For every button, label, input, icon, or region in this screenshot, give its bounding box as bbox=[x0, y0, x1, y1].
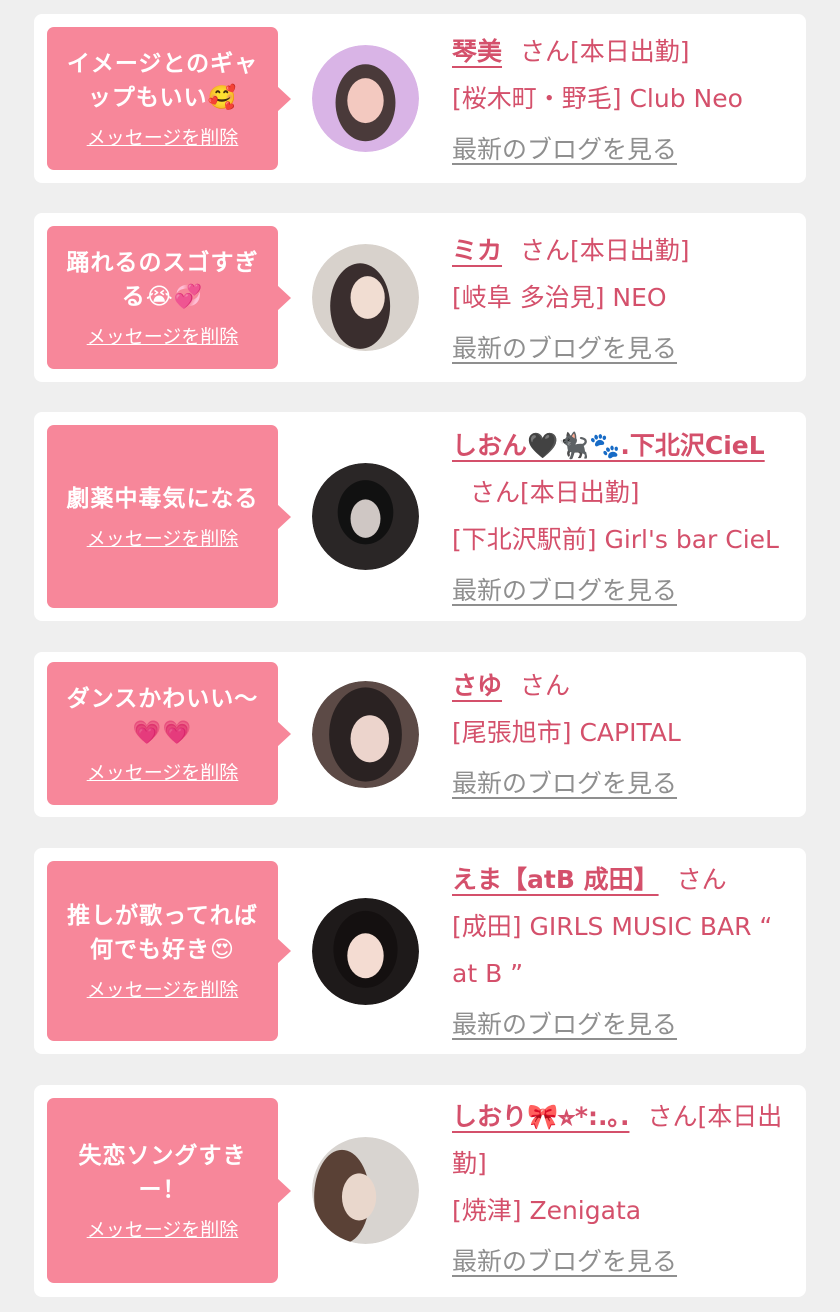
latest-blog-link[interactable]: 最新のブログを見る bbox=[452, 126, 677, 173]
avatar-photo bbox=[312, 1137, 419, 1244]
honorific: さん bbox=[520, 37, 571, 66]
message-bubble: ダンスかわいい〜💗💗 メッセージを削除 bbox=[47, 662, 291, 805]
cast-name-link[interactable]: しおん🖤🐈‍⬛🐾.下北沢CieL bbox=[452, 431, 765, 460]
cast-info: ミカ さん[本日出勤] [岐阜 多治見] NEO 最新のブログを見る bbox=[452, 227, 796, 372]
cast-info: 琴美 さん[本日出勤] [桜木町・野毛] Club Neo 最新のブログを見る bbox=[452, 28, 796, 173]
cast-info: しおん🖤🐈‍⬛🐾.下北沢CieL さん[本日出勤] [下北沢駅前] Girl's … bbox=[452, 422, 796, 614]
honorific: さん bbox=[676, 865, 727, 894]
status-label: [本日出勤] bbox=[570, 37, 690, 66]
message-bubble: 推しが歌ってれば何でも好き😍 メッセージを削除 bbox=[47, 861, 291, 1041]
avatar-photo bbox=[312, 681, 419, 788]
latest-blog-link[interactable]: 最新のブログを見る bbox=[452, 1238, 677, 1285]
shop-label: [成田] GIRLS MUSIC BAR “ at B ” bbox=[452, 912, 773, 988]
avatar-photo bbox=[312, 898, 419, 1005]
avatar[interactable] bbox=[312, 681, 419, 788]
avatar-face bbox=[341, 1173, 377, 1221]
delete-message-link[interactable]: メッセージを削除 bbox=[87, 977, 239, 1003]
latest-blog-link[interactable]: 最新のブログを見る bbox=[452, 760, 677, 807]
message-bubble: 失恋ソングすきー！ メッセージを削除 bbox=[47, 1098, 291, 1283]
avatar-face bbox=[350, 715, 390, 763]
message-text: 推しが歌ってれば何でも好き😍 bbox=[67, 903, 258, 963]
cast-name-link[interactable]: えま【atB 成田】 bbox=[452, 865, 659, 894]
latest-blog-link[interactable]: 最新のブログを見る bbox=[452, 567, 677, 614]
latest-blog-link[interactable]: 最新のブログを見る bbox=[452, 1001, 677, 1048]
avatar-face bbox=[350, 499, 381, 538]
avatar[interactable] bbox=[312, 463, 419, 570]
cast-info: しおり🎀⭐︎*:.｡. さん[本日出勤] [焼津] Zenigata 最新のブログ… bbox=[452, 1093, 796, 1285]
honorific: さん bbox=[647, 1102, 698, 1131]
latest-blog-link[interactable]: 最新のブログを見る bbox=[452, 325, 677, 372]
status-label: [本日出勤] bbox=[520, 478, 640, 507]
message-text: 踊れるのスゴすぎる😭💞 bbox=[66, 249, 259, 310]
shop-label: [焼津] Zenigata bbox=[452, 1196, 642, 1225]
cast-name-link[interactable]: しおり🎀⭐︎*:.｡. bbox=[452, 1102, 629, 1131]
shop-label: [下北沢駅前] Girl's bar CieL bbox=[452, 525, 779, 554]
honorific: さん bbox=[470, 478, 521, 507]
honorific: さん bbox=[520, 671, 571, 700]
cast-name-link[interactable]: さゆ bbox=[452, 671, 502, 700]
message-text: 失恋ソングすきー！ bbox=[78, 1142, 247, 1203]
honorific: さん bbox=[520, 236, 571, 265]
shop-label: [岐阜 多治見] NEO bbox=[452, 283, 667, 312]
message-card: 推しが歌ってれば何でも好き😍 メッセージを削除 えま【atB 成田】 さん [成田… bbox=[34, 848, 806, 1054]
message-text: 劇薬中毒気になる bbox=[66, 485, 259, 512]
cast-name-link[interactable]: 琴美 bbox=[452, 37, 502, 66]
message-card: 踊れるのスゴすぎる😭💞 メッセージを削除 ミカ さん[本日出勤] [岐阜 多治見]… bbox=[34, 213, 806, 382]
message-list: イメージとのギャップもいい🥰 メッセージを削除 琴美 さん[本日出勤] [桜木町・… bbox=[0, 0, 840, 1312]
avatar[interactable] bbox=[312, 244, 419, 351]
cast-info: さゆ さん [尾張旭市] CAPITAL 最新のブログを見る bbox=[452, 662, 796, 807]
avatar[interactable] bbox=[312, 1137, 419, 1244]
delete-message-link[interactable]: メッセージを削除 bbox=[87, 760, 239, 786]
delete-message-link[interactable]: メッセージを削除 bbox=[87, 324, 239, 350]
shop-label: [桜木町・野毛] Club Neo bbox=[452, 84, 743, 113]
status-label: [本日出勤] bbox=[570, 236, 690, 265]
message-text: イメージとのギャップもいい🥰 bbox=[66, 50, 259, 111]
shop-label: [尾張旭市] CAPITAL bbox=[452, 718, 681, 747]
message-card: 失恋ソングすきー！ メッセージを削除 しおり🎀⭐︎*:.｡. さん[本日出勤] [… bbox=[34, 1085, 806, 1297]
message-bubble: 踊れるのスゴすぎる😭💞 メッセージを削除 bbox=[47, 226, 291, 369]
avatar-photo bbox=[312, 463, 419, 570]
avatar-face bbox=[347, 933, 384, 979]
cast-name-link[interactable]: ミカ bbox=[452, 236, 502, 265]
message-card: ダンスかわいい〜💗💗 メッセージを削除 さゆ さん [尾張旭市] CAPITAL … bbox=[34, 652, 806, 817]
avatar[interactable] bbox=[312, 45, 419, 152]
delete-message-link[interactable]: メッセージを削除 bbox=[87, 1217, 239, 1243]
message-bubble: イメージとのギャップもいい🥰 メッセージを削除 bbox=[47, 27, 291, 170]
message-card: 劇薬中毒気になる メッセージを削除 しおん🖤🐈‍⬛🐾.下北沢CieL さん[本日出… bbox=[34, 412, 806, 621]
avatar-photo bbox=[312, 244, 419, 351]
avatar-face bbox=[350, 276, 385, 319]
message-card: イメージとのギャップもいい🥰 メッセージを削除 琴美 さん[本日出勤] [桜木町・… bbox=[34, 14, 806, 183]
delete-message-link[interactable]: メッセージを削除 bbox=[87, 526, 239, 552]
avatar[interactable] bbox=[312, 898, 419, 1005]
message-text: ダンスかわいい〜💗💗 bbox=[66, 685, 259, 746]
avatar-face bbox=[347, 78, 384, 124]
delete-message-link[interactable]: メッセージを削除 bbox=[87, 125, 239, 151]
avatar-photo bbox=[312, 45, 419, 152]
cast-info: えま【atB 成田】 さん [成田] GIRLS MUSIC BAR “ at B… bbox=[452, 856, 796, 1048]
message-bubble: 劇薬中毒気になる メッセージを削除 bbox=[47, 425, 291, 608]
